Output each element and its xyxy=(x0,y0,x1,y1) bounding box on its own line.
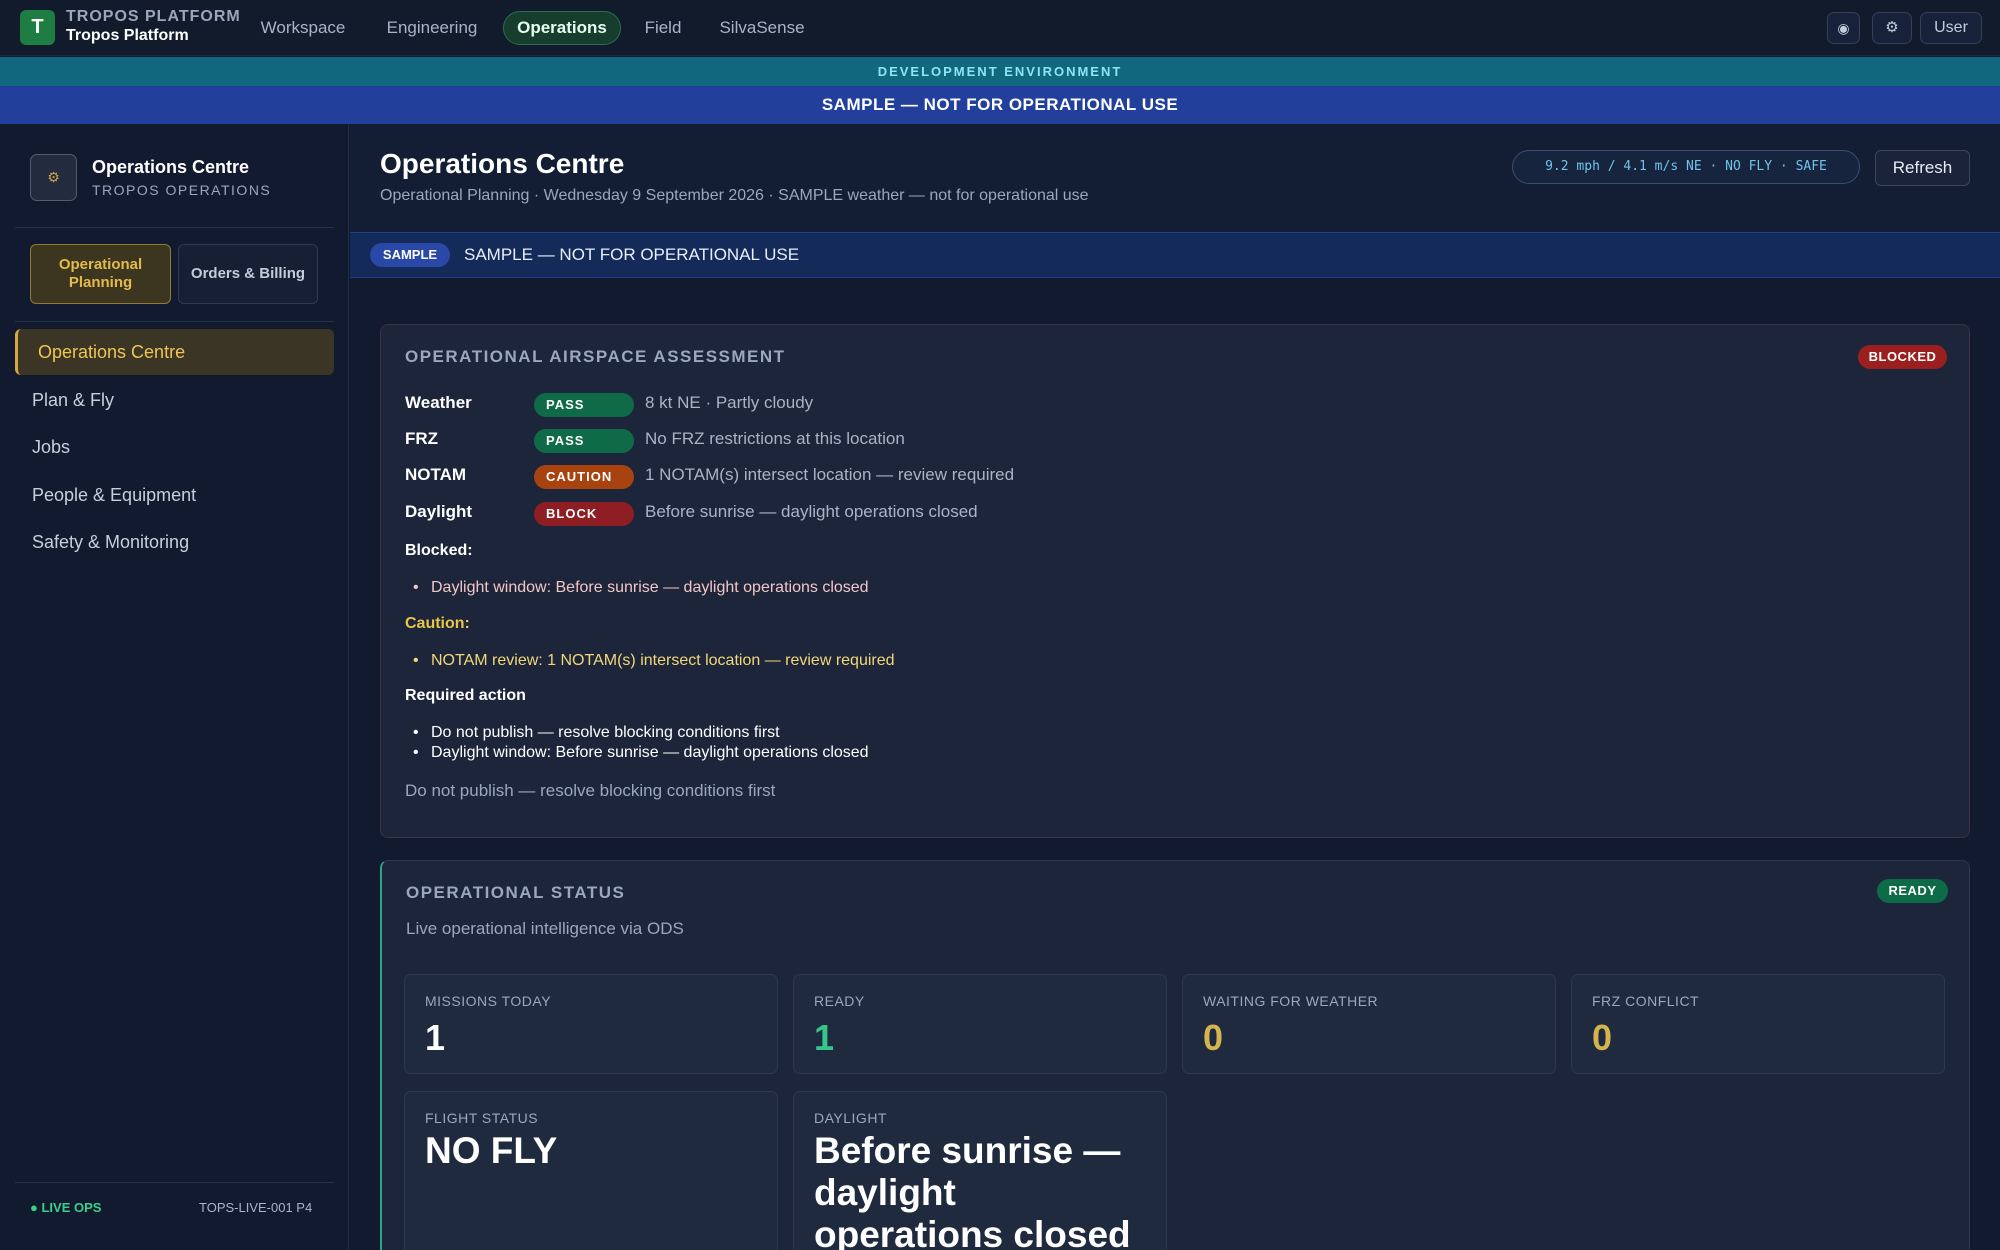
sidebar-footer-divider xyxy=(15,1182,334,1183)
mode-label: Operational Planning xyxy=(58,256,143,291)
publish-note: Do not publish — resolve blocking condit… xyxy=(405,781,776,800)
metric-ready: READY 1 xyxy=(793,974,1167,1074)
flight-status-value: NO FLY xyxy=(425,1130,558,1171)
blocked-status-badge: BLOCKED xyxy=(1858,345,1947,369)
check-detail-weather: 8 kt NE · Partly cloudy xyxy=(645,393,814,412)
check-status-notam: CAUTION xyxy=(534,465,634,489)
operational-status-card: OPERATIONAL STATUS READY Live operationa… xyxy=(380,860,1970,1250)
metric-frz-conflict: FRZ CONFLICT 0 xyxy=(1571,974,1945,1074)
required-action-item: Do not publish — resolve blocking condit… xyxy=(413,724,780,742)
weather-status-pill: 9.2 mph / 4.1 m/s NE · NO FLY · SAFE xyxy=(1512,150,1860,184)
live-ops-id: TOPS-LIVE-001 P4 xyxy=(199,1200,313,1215)
metric-value: 0 xyxy=(1592,1017,1613,1058)
metric-daylight: DAYLIGHT Before sunrise — daylight opera… xyxy=(793,1091,1167,1250)
metric-label: DAYLIGHT xyxy=(814,1110,887,1126)
tropos-logo[interactable]: T xyxy=(20,10,55,45)
metric-label: FRZ CONFLICT xyxy=(1592,993,1700,1009)
daylight-value: Before sunrise — daylight operations clo… xyxy=(814,1130,1131,1250)
blocked-heading: Blocked: xyxy=(405,542,473,559)
sidebar-item-operations-centre[interactable]: Operations Centre xyxy=(15,329,334,375)
metric-waiting-for-weather: WAITING FOR WEATHER 0 xyxy=(1182,974,1556,1074)
nav-field[interactable]: Field xyxy=(632,11,694,45)
mode-label: Orders & Billing xyxy=(190,265,306,282)
sidebar-subtitle: TROPOS OPERATIONS xyxy=(92,182,272,198)
refresh-button[interactable]: Refresh xyxy=(1875,150,1970,186)
sidebar-item-jobs[interactable]: Jobs xyxy=(15,424,334,470)
check-detail-daylight: Before sunrise — daylight operations clo… xyxy=(645,502,978,521)
check-status-daylight: BLOCK xyxy=(534,502,634,526)
ready-status-badge: READY xyxy=(1877,879,1948,903)
metric-label: FLIGHT STATUS xyxy=(425,1110,539,1126)
live-ops-status: ● LIVE OPS xyxy=(30,1200,102,1215)
sidebar: ⚙ Operations Centre TROPOS OPERATIONS Op… xyxy=(0,124,349,1250)
metric-value: 1 xyxy=(814,1017,835,1058)
sidebar-item-safety-monitoring[interactable]: Safety & Monitoring xyxy=(15,519,334,565)
sidebar-divider xyxy=(15,321,334,322)
operations-gear-icon: ⚙ xyxy=(30,154,77,201)
nav-engineering[interactable]: Engineering xyxy=(372,11,492,45)
page-title: Operations Centre xyxy=(380,148,625,179)
mode-orders-billing-button[interactable]: Orders & Billing xyxy=(178,244,318,304)
top-bar: T TROPOS PLATFORM Tropos Platform Worksp… xyxy=(0,0,2000,56)
check-label-frz: FRZ xyxy=(405,429,439,448)
metric-missions-today: MISSIONS TODAY 1 xyxy=(404,974,778,1074)
status-card-subtitle: Live operational intelligence via ODS xyxy=(406,919,684,938)
nav-workspace[interactable]: Workspace xyxy=(246,11,360,45)
brand-name: Tropos Platform xyxy=(66,27,189,44)
metric-value: 1 xyxy=(425,1017,446,1058)
user-menu-button[interactable]: User xyxy=(1920,12,1982,44)
metric-flight-status: FLIGHT STATUS NO FLY xyxy=(404,1091,778,1250)
airspace-assessment-card: OPERATIONAL AIRSPACE ASSESSMENT BLOCKED … xyxy=(380,324,1970,838)
required-action-item: Daylight window: Before sunrise — daylig… xyxy=(413,744,869,762)
check-label-daylight: Daylight xyxy=(405,502,473,521)
check-label-notam: NOTAM xyxy=(405,465,467,484)
sidebar-item-plan-fly[interactable]: Plan & Fly xyxy=(15,377,334,423)
check-status-weather: PASS xyxy=(534,393,634,417)
sample-notice-text: SAMPLE — NOT FOR OPERATIONAL USE xyxy=(464,245,800,264)
sidebar-divider xyxy=(15,227,334,228)
metric-label: WAITING FOR WEATHER xyxy=(1203,993,1379,1009)
metric-label: MISSIONS TODAY xyxy=(425,993,552,1009)
sample-warning-banner: SAMPLE — NOT FOR OPERATIONAL USE xyxy=(0,86,2000,124)
brand-platform-label: TROPOS PLATFORM xyxy=(66,8,241,25)
required-action-heading: Required action xyxy=(405,687,526,704)
mode-operational-planning-button[interactable]: Operational Planning xyxy=(30,244,171,304)
check-detail-frz: No FRZ restrictions at this location xyxy=(645,429,905,448)
status-card-title: OPERATIONAL STATUS xyxy=(406,883,626,902)
status-indicator-icon[interactable]: ◉ xyxy=(1827,12,1860,44)
check-label-weather: Weather xyxy=(405,393,472,412)
caution-heading: Caution: xyxy=(405,615,470,632)
nav-silvasense[interactable]: SilvaSense xyxy=(706,11,818,45)
sidebar-item-people-equipment[interactable]: People & Equipment xyxy=(15,472,334,518)
metric-label: READY xyxy=(814,993,865,1009)
page-subtitle: Operational Planning · Wednesday 9 Septe… xyxy=(380,187,1089,204)
nav-operations[interactable]: Operations xyxy=(503,11,621,45)
metric-value: 0 xyxy=(1203,1017,1224,1058)
airspace-card-title: OPERATIONAL AIRSPACE ASSESSMENT xyxy=(405,347,786,366)
check-detail-notam: 1 NOTAM(s) intersect location — review r… xyxy=(645,465,1015,484)
settings-gear-icon[interactable]: ⚙ xyxy=(1872,12,1912,44)
development-environment-banner: DEVELOPMENT ENVIRONMENT xyxy=(0,57,2000,86)
page-header: Operations Centre Operational Planning ·… xyxy=(350,124,2000,232)
caution-item: NOTAM review: 1 NOTAM(s) intersect locat… xyxy=(413,652,895,670)
blocked-item: Daylight window: Before sunrise — daylig… xyxy=(413,579,869,597)
check-status-frz: PASS xyxy=(534,429,634,453)
sidebar-title: Operations Centre xyxy=(92,157,250,177)
sample-notice-strip: SAMPLE SAMPLE — NOT FOR OPERATIONAL USE xyxy=(350,232,2000,278)
sample-badge: SAMPLE xyxy=(370,243,450,267)
